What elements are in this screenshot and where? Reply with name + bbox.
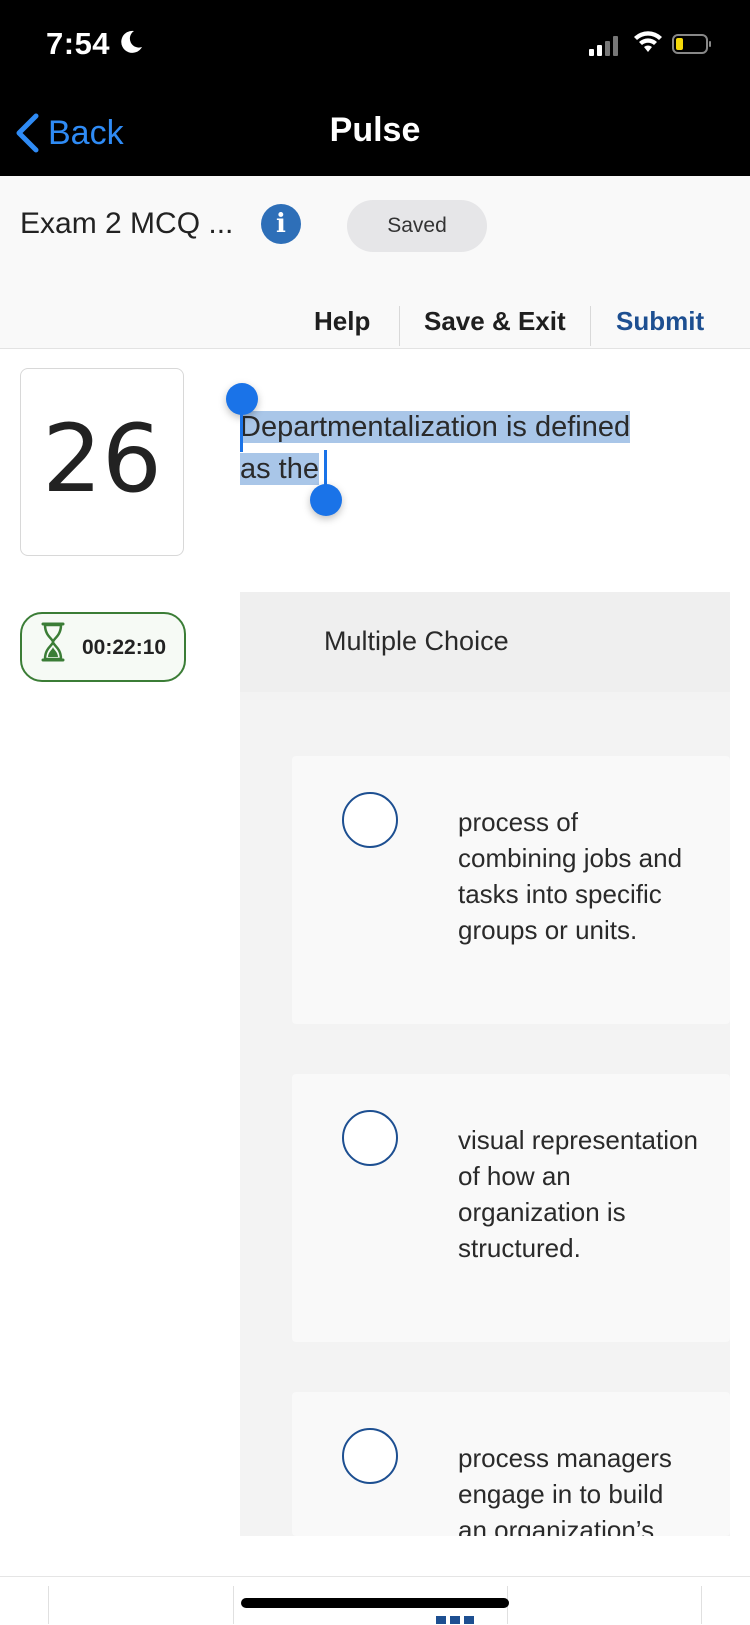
answer-option-text: process of combining jobs and tasks into… [458, 807, 683, 945]
answer-option[interactable]: visual representation of how an organiza… [292, 1074, 730, 1342]
answer-option[interactable]: process managers engage in to build an o… [292, 1392, 730, 1536]
status-time: 7:54 [46, 26, 111, 61]
toolbar-divider [233, 1586, 234, 1624]
info-icon[interactable]: i [261, 204, 301, 244]
question-text-line: Departmentalization is defined [240, 411, 631, 443]
selection-start-caret [240, 410, 243, 452]
answer-option-text: process managers engage in to build an o… [458, 1443, 672, 1536]
header-divider [590, 306, 591, 346]
question-number: 26 [42, 405, 162, 514]
hourglass-icon [41, 622, 65, 662]
moon-icon [121, 30, 142, 53]
selection-end-handle[interactable] [310, 484, 342, 516]
toolbar-divider [48, 1586, 49, 1624]
answer-option-text: visual representation of how an organiza… [458, 1125, 698, 1263]
grid-icon[interactable] [436, 1614, 474, 1624]
save-exit-button[interactable]: Save & Exit [424, 306, 566, 337]
radio-button[interactable] [342, 1110, 398, 1166]
cellular-signal-icon [589, 36, 619, 56]
radio-button[interactable] [342, 792, 398, 848]
saved-status-badge: Saved [347, 200, 487, 252]
toolbar-divider [701, 1586, 702, 1624]
header-divider [399, 306, 400, 346]
wifi-icon [634, 31, 662, 52]
question-type-label: Multiple Choice [324, 626, 509, 656]
question-text[interactable]: Departmentalization is defined as the [240, 406, 710, 490]
answer-option[interactable]: process of combining jobs and tasks into… [292, 756, 730, 1024]
radio-button[interactable] [342, 1428, 398, 1484]
help-button[interactable]: Help [314, 306, 370, 337]
submit-button[interactable]: Submit [616, 306, 704, 337]
page-title: Pulse [329, 111, 421, 149]
battery-icon [672, 34, 711, 54]
question-text-line: as the [240, 453, 319, 485]
exam-title: Exam 2 MCQ ... [20, 207, 234, 240]
timer-value: 00:22:10 [82, 636, 167, 659]
home-indicator [241, 1598, 509, 1608]
